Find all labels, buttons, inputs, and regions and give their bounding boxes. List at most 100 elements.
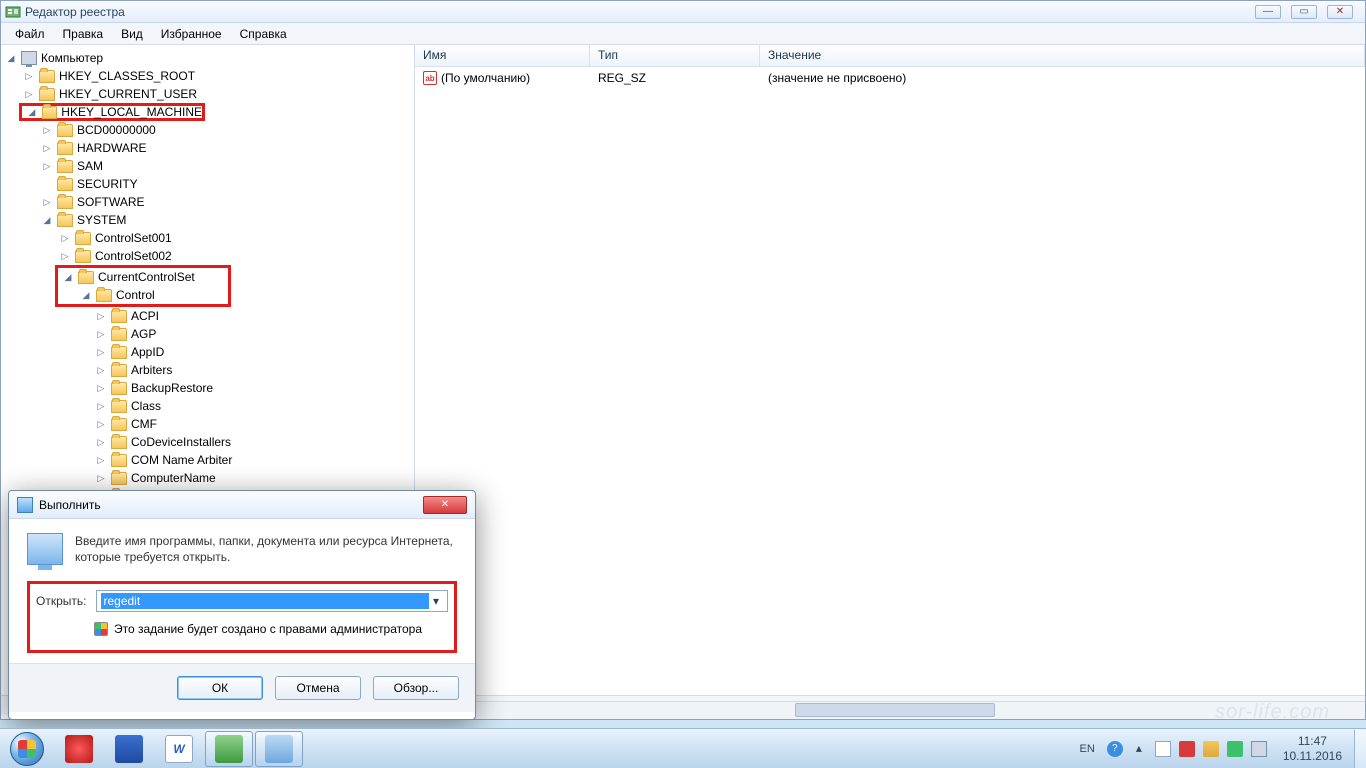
menu-edit[interactable]: Правка xyxy=(55,25,112,43)
clock[interactable]: 11:47 10.11.2016 xyxy=(1275,734,1350,763)
regedit-taskbar-icon xyxy=(215,735,243,763)
col-value[interactable]: Значение xyxy=(760,45,1365,66)
taskbar-regedit[interactable] xyxy=(205,731,253,767)
tree-item[interactable]: ▷AppID xyxy=(91,343,414,361)
tray-red-icon[interactable] xyxy=(1179,741,1195,757)
folder-icon xyxy=(57,178,73,191)
run-dialog: Выполнить ✕ Введите имя программы, папки… xyxy=(8,490,476,720)
opera-icon xyxy=(65,735,93,763)
taskbar-word[interactable]: W xyxy=(155,731,203,767)
folder-icon xyxy=(75,232,91,245)
tree-software[interactable]: ▷SOFTWARE xyxy=(37,193,414,211)
tree-item[interactable]: ▷ComputerName xyxy=(91,469,414,487)
menu-file[interactable]: Файл xyxy=(7,25,53,43)
folder-icon xyxy=(111,454,127,467)
tree-cs2[interactable]: ▷ControlSet002 xyxy=(55,247,414,265)
close-button[interactable]: ✕ xyxy=(1327,5,1353,19)
folder-icon xyxy=(57,214,73,227)
folder-icon xyxy=(111,400,127,413)
run-ok-button[interactable]: ОК xyxy=(177,676,263,700)
tree-item[interactable]: ▷ACPI xyxy=(91,307,414,325)
tree-item[interactable]: ▷COM Name Arbiter xyxy=(91,451,414,469)
run-combobox[interactable]: ▾ xyxy=(96,590,448,612)
folder-icon xyxy=(42,106,58,119)
tray-green-icon[interactable] xyxy=(1227,741,1243,757)
tree-item[interactable]: ▷CoDeviceInstallers xyxy=(91,433,414,451)
folder-icon xyxy=(111,382,127,395)
folder-icon xyxy=(39,70,55,83)
action-center-icon[interactable] xyxy=(1155,741,1171,757)
tree-system[interactable]: ◢SYSTEM xyxy=(37,211,414,229)
folder-icon xyxy=(57,142,73,155)
run-taskbar-icon xyxy=(265,735,293,763)
run-icon xyxy=(17,497,33,513)
tree-sam[interactable]: ▷SAM xyxy=(37,157,414,175)
values-pane: Имя Тип Значение ab(По умолчанию) REG_SZ… xyxy=(415,45,1365,695)
scrollbar-thumb[interactable] xyxy=(795,703,995,717)
menubar: Файл Правка Вид Избранное Справка xyxy=(1,23,1365,45)
tray-arrow-icon[interactable]: ▴ xyxy=(1131,741,1147,757)
folder-icon xyxy=(57,124,73,137)
run-cancel-button[interactable]: Отмена xyxy=(275,676,361,700)
tree-item[interactable]: ▷BackupRestore xyxy=(91,379,414,397)
menu-help[interactable]: Справка xyxy=(232,25,295,43)
menu-view[interactable]: Вид xyxy=(113,25,151,43)
folder-icon xyxy=(111,328,127,341)
folder-icon xyxy=(39,88,55,101)
folder-icon xyxy=(78,271,94,284)
taskbar-run[interactable] xyxy=(255,731,303,767)
tree-hardware[interactable]: ▷HARDWARE xyxy=(37,139,414,157)
tree-control[interactable]: ◢Control xyxy=(76,286,228,304)
tree-hkcu[interactable]: ▷HKEY_CURRENT_USER xyxy=(19,85,414,103)
tree-cs1[interactable]: ▷ControlSet001 xyxy=(55,229,414,247)
list-row[interactable]: ab(По умолчанию) REG_SZ (значение не при… xyxy=(415,67,1365,89)
network-icon[interactable] xyxy=(1203,741,1219,757)
run-big-icon xyxy=(27,533,63,565)
tree-root[interactable]: ◢Компьютер xyxy=(1,49,414,67)
maximize-button[interactable]: ▭ xyxy=(1291,5,1317,19)
run-close-button[interactable]: ✕ xyxy=(423,496,467,514)
tree-item[interactable]: ▷CMF xyxy=(91,415,414,433)
tree-item[interactable]: ▷AGP xyxy=(91,325,414,343)
word-icon: W xyxy=(165,735,193,763)
regedit-icon xyxy=(5,4,21,20)
tree-item[interactable]: ▷Class xyxy=(91,397,414,415)
window-title: Редактор реестра xyxy=(25,5,125,19)
start-button[interactable] xyxy=(0,730,54,768)
shield-icon xyxy=(94,622,108,636)
folder-icon xyxy=(57,160,73,173)
run-admin-note: Это задание будет создано с правами адми… xyxy=(114,622,422,636)
folder-icon xyxy=(111,418,127,431)
folder-icon xyxy=(111,436,127,449)
run-titlebar[interactable]: Выполнить ✕ xyxy=(9,491,475,519)
tree-hklm[interactable]: ◢HKEY_LOCAL_MACHINE xyxy=(19,103,205,121)
dropdown-icon[interactable]: ▾ xyxy=(429,594,443,608)
tree-ccs[interactable]: ◢CurrentControlSet xyxy=(58,268,228,286)
col-name[interactable]: Имя xyxy=(415,45,590,66)
titlebar[interactable]: Редактор реестра — ▭ ✕ xyxy=(1,1,1365,23)
taskbar-opera[interactable] xyxy=(55,731,103,767)
show-desktop-button[interactable] xyxy=(1354,730,1366,768)
volume-icon[interactable] xyxy=(1251,741,1267,757)
list-header: Имя Тип Значение xyxy=(415,45,1365,67)
run-label: Открыть: xyxy=(36,594,86,608)
watermark: sor-life.com xyxy=(1215,701,1330,724)
tree-hkcr[interactable]: ▷HKEY_CLASSES_ROOT xyxy=(19,67,414,85)
system-tray: EN ? ▴ 11:47 10.11.2016 xyxy=(1076,734,1354,763)
run-browse-button[interactable]: Обзор... xyxy=(373,676,459,700)
minimize-button[interactable]: — xyxy=(1255,5,1281,19)
language-indicator[interactable]: EN xyxy=(1076,741,1099,757)
col-type[interactable]: Тип xyxy=(590,45,760,66)
folder-icon xyxy=(111,472,127,485)
tree-security[interactable]: SECURITY xyxy=(37,175,414,193)
taskbar-save[interactable] xyxy=(105,731,153,767)
run-input[interactable] xyxy=(101,593,429,609)
folder-icon xyxy=(96,289,112,302)
folder-icon xyxy=(75,250,91,263)
tree-item[interactable]: ▷Arbiters xyxy=(91,361,414,379)
menu-favorites[interactable]: Избранное xyxy=(153,25,230,43)
tree-bcd[interactable]: ▷BCD00000000 xyxy=(37,121,414,139)
help-tray-icon[interactable]: ? xyxy=(1107,741,1123,757)
folder-icon xyxy=(111,346,127,359)
windows-orb-icon xyxy=(10,732,44,766)
